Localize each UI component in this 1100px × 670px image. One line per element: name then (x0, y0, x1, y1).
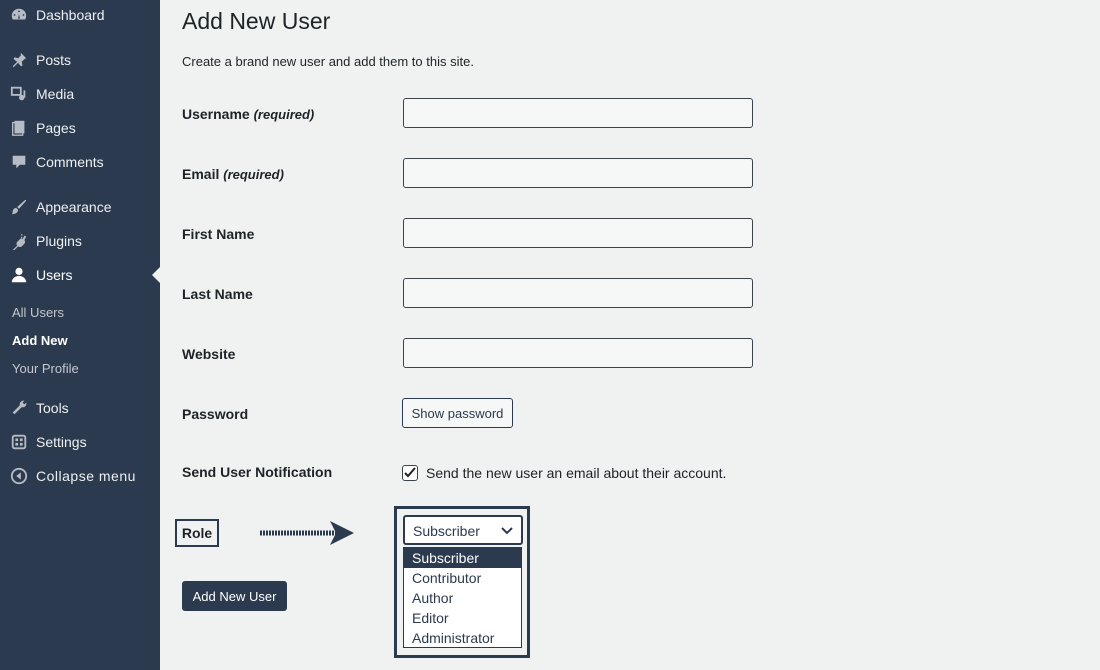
sidebar-item-media[interactable]: Media (0, 80, 160, 108)
sidebar-item-tools[interactable]: Tools (0, 394, 160, 422)
role-select[interactable]: Subscriber (403, 515, 523, 545)
pages-icon (9, 118, 29, 138)
website-label: Website (182, 346, 236, 362)
notification-checkbox[interactable] (402, 465, 418, 481)
sidebar-item-label: Users (36, 267, 73, 283)
collapse-menu-label: Collapse menu (36, 468, 136, 484)
settings-icon (9, 432, 29, 452)
sidebar-item-plugins[interactable]: Plugins (0, 227, 160, 255)
page-title: Add New User (182, 8, 331, 34)
required-marker: (required) (253, 107, 315, 122)
sidebar-item-posts[interactable]: Posts (0, 46, 160, 74)
sidebar-item-label: Plugins (36, 233, 82, 249)
email-label: Email (required) (182, 166, 284, 182)
sidebar-item-users[interactable]: Users (0, 261, 160, 289)
sidebar-item-appearance[interactable]: Appearance (0, 193, 160, 221)
checkmark-icon (404, 467, 416, 478)
role-option-editor[interactable]: Editor (404, 608, 521, 628)
current-menu-indicator (152, 267, 160, 283)
wrench-icon (9, 398, 29, 418)
required-marker: (required) (223, 167, 284, 182)
sidebar-item-label: Dashboard (36, 7, 105, 23)
sidebar-subitem-your-profile[interactable]: Your Profile (12, 361, 79, 376)
sidebar-item-label: Tools (36, 400, 69, 416)
pin-icon (9, 50, 29, 70)
first-name-label: First Name (182, 226, 255, 242)
sidebar-subitem-all-users[interactable]: All Users (12, 305, 64, 320)
notification-label: Send User Notification (182, 464, 333, 480)
arrow-annotation (260, 521, 354, 545)
add-new-user-button[interactable]: Add New User (182, 581, 287, 611)
last-name-field[interactable] (403, 278, 753, 308)
role-options-list: Subscriber Contributor Author Editor Adm… (403, 547, 522, 648)
sidebar-item-label: Posts (36, 52, 72, 68)
collapse-icon (9, 466, 29, 486)
role-option-contributor[interactable]: Contributor (404, 568, 521, 588)
role-option-author[interactable]: Author (404, 588, 521, 608)
user-icon (9, 265, 29, 285)
sidebar-subitem-add-new[interactable]: Add New (12, 333, 68, 348)
role-label: Role (175, 519, 219, 547)
website-field[interactable] (403, 338, 753, 368)
show-password-button[interactable]: Show password (402, 398, 513, 428)
email-field[interactable] (403, 158, 753, 188)
last-name-label: Last Name (182, 286, 253, 302)
sidebar-item-label: Appearance (36, 199, 112, 215)
username-label: Username (required) (182, 106, 315, 122)
role-select-value: Subscriber (413, 523, 480, 539)
role-option-administrator[interactable]: Administrator (404, 628, 521, 648)
sidebar-item-label: Media (36, 86, 75, 102)
notification-checkbox-label[interactable]: Send the new user an email about their a… (426, 465, 726, 481)
plug-icon (9, 231, 29, 251)
brush-icon (9, 197, 29, 217)
sidebar-item-settings[interactable]: Settings (0, 428, 160, 456)
comments-icon (9, 152, 29, 172)
sidebar-item-comments[interactable]: Comments (0, 148, 160, 176)
media-icon (9, 84, 29, 104)
username-field[interactable] (403, 98, 753, 128)
password-label: Password (182, 406, 249, 422)
sidebar-item-label: Settings (36, 434, 87, 450)
page-description: Create a brand new user and add them to … (182, 54, 474, 69)
dashboard-icon (9, 5, 29, 25)
sidebar-item-pages[interactable]: Pages (0, 114, 160, 142)
chevron-down-icon (501, 527, 513, 535)
sidebar-item-label: Comments (36, 154, 104, 170)
sidebar-item-dashboard[interactable]: Dashboard (0, 1, 160, 29)
collapse-menu-button[interactable]: Collapse menu (0, 462, 160, 490)
first-name-field[interactable] (403, 218, 753, 248)
role-option-subscriber[interactable]: Subscriber (404, 548, 521, 568)
sidebar-item-label: Pages (36, 120, 76, 136)
admin-sidebar: Dashboard Posts Media Pages Comments App… (0, 0, 160, 670)
